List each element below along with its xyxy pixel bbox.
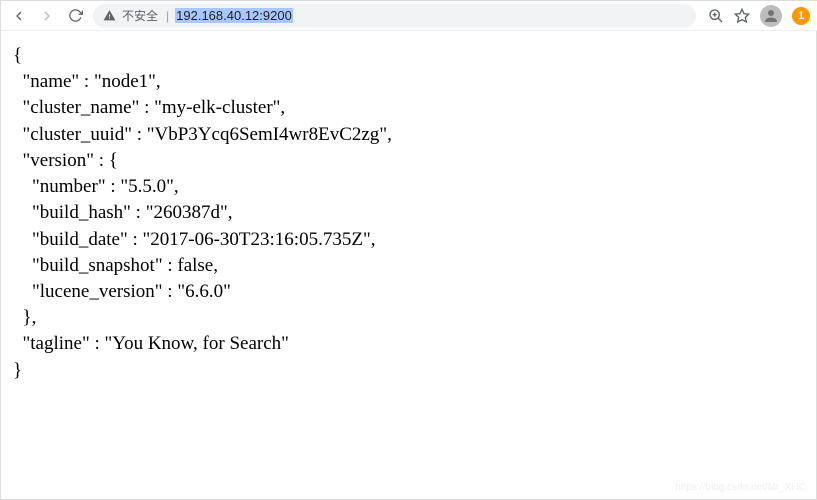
bookmark-star-icon[interactable] xyxy=(734,8,750,24)
zoom-icon[interactable] xyxy=(708,8,724,24)
security-label: 不安全 xyxy=(122,7,158,24)
json-value: 5.5.0 xyxy=(128,176,166,197)
json-key: build_snapshot xyxy=(40,255,155,276)
json-key: number xyxy=(40,176,98,197)
json-value: false xyxy=(177,255,213,276)
json-key: lucene_version xyxy=(40,281,155,302)
notification-badge[interactable]: 1 xyxy=(792,7,810,25)
json-key: name xyxy=(30,71,71,92)
back-button[interactable] xyxy=(9,6,29,26)
json-key: cluster_uuid xyxy=(30,124,124,145)
json-value: node1 xyxy=(102,71,148,92)
watermark: https://blog.csdn.net/Mr_XHC xyxy=(675,482,806,493)
json-key: tagline xyxy=(30,333,82,354)
json-key: version xyxy=(30,150,86,171)
json-value: You Know, for Search xyxy=(112,333,281,354)
browser-toolbar: 不安全 | 192.168.40.12:9200 1 xyxy=(1,1,817,31)
json-value: VbP3Ycq6SemI4wr8EvC2zg xyxy=(155,124,380,145)
url-text[interactable]: 192.168.40.12:9200 xyxy=(175,8,293,23)
insecure-icon xyxy=(103,9,116,22)
address-bar[interactable]: 不安全 | 192.168.40.12:9200 xyxy=(93,4,696,28)
reload-button[interactable] xyxy=(65,6,85,26)
toolbar-right: 1 xyxy=(708,5,810,27)
json-key: build_hash xyxy=(40,202,123,223)
json-response: { "name" : "node1", "cluster_name" : "my… xyxy=(1,31,817,396)
json-value: 260387d xyxy=(153,202,220,223)
forward-button[interactable] xyxy=(37,6,57,26)
profile-avatar[interactable] xyxy=(760,5,782,27)
separator: | xyxy=(166,9,169,23)
json-value: 2017-06-30T23:16:05.735Z xyxy=(150,229,363,250)
json-value: 6.6.0 xyxy=(185,281,223,302)
json-value: my-elk-cluster xyxy=(162,97,273,118)
json-key: build_date xyxy=(40,229,120,250)
json-key: cluster_name xyxy=(30,97,131,118)
